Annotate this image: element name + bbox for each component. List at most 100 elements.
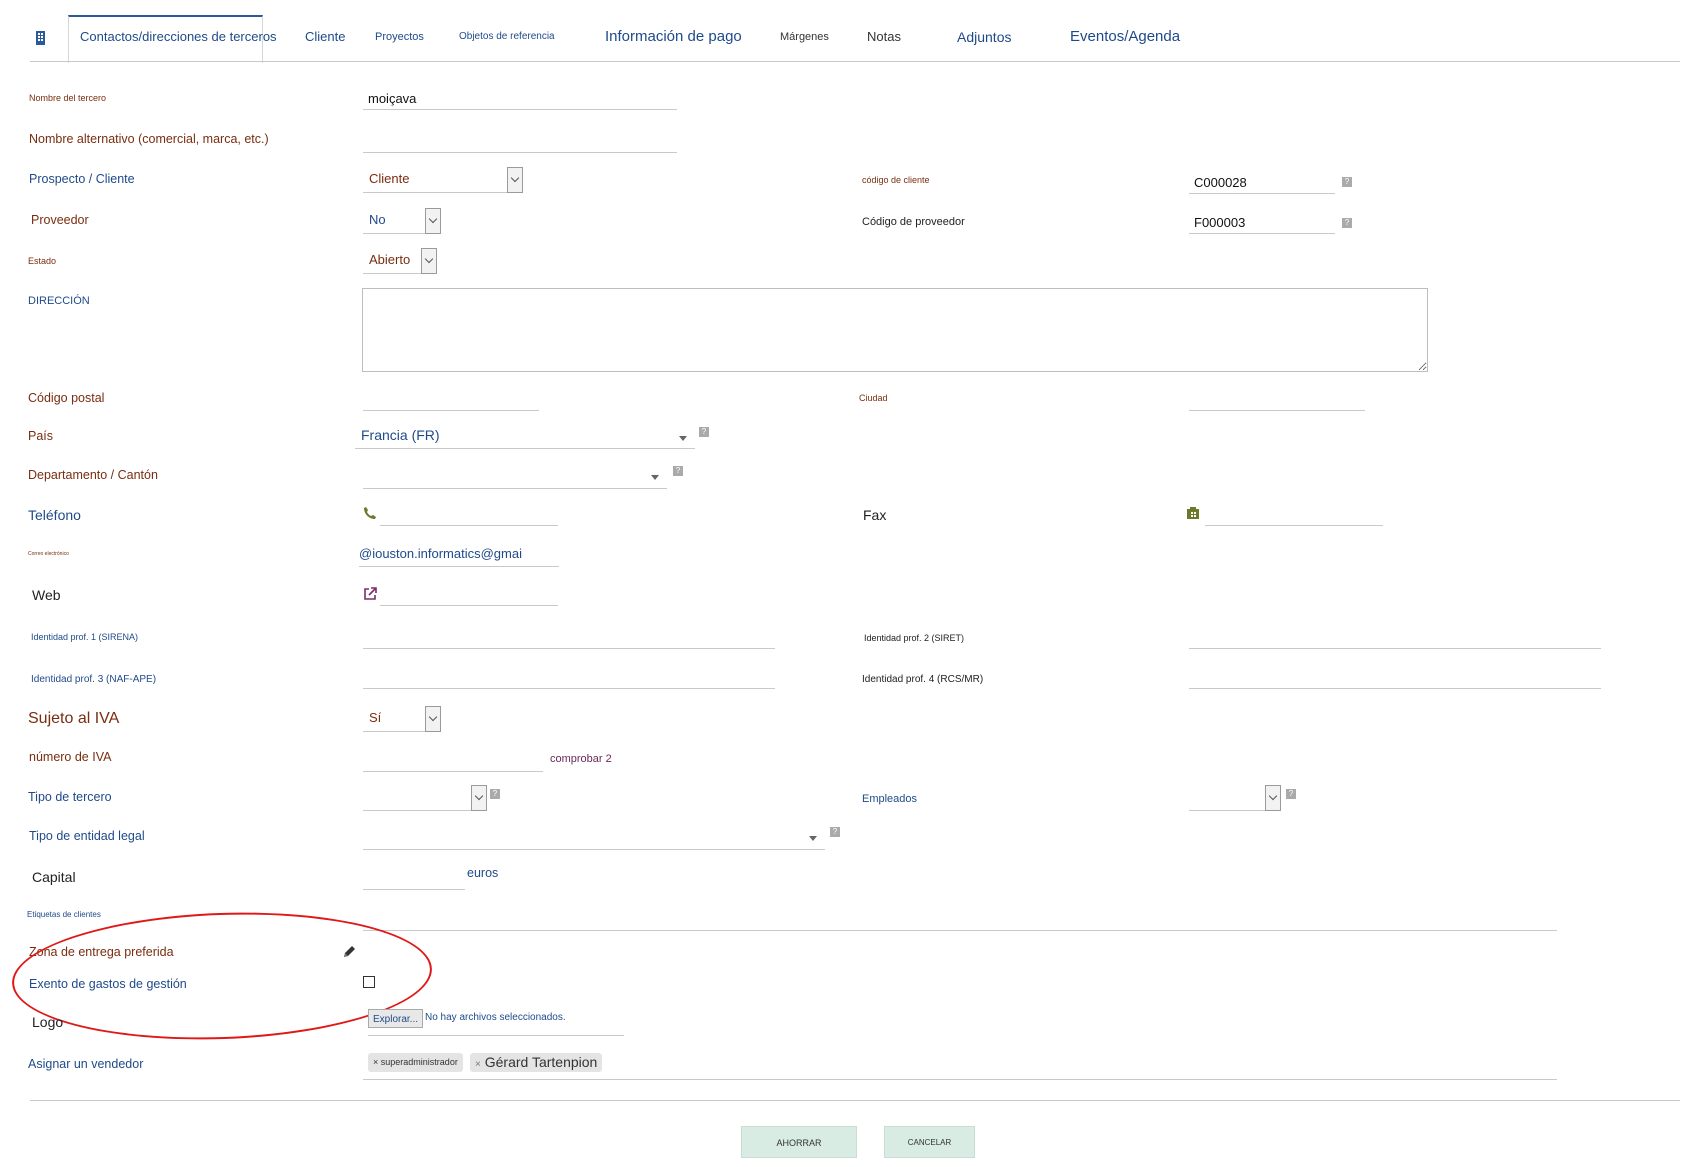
tab-agenda[interactable]: Eventos/Agenda (1070, 28, 1180, 45)
save-button[interactable]: AHORRAR (741, 1126, 857, 1158)
prof3-input[interactable] (363, 667, 775, 689)
caret-down-icon (679, 436, 687, 441)
thirdparty-type-select[interactable] (363, 785, 487, 811)
alt-name-input[interactable] (363, 131, 677, 153)
help-icon: ? (1286, 789, 1296, 799)
email-input[interactable]: @iouston.informatics@gmai (359, 546, 522, 561)
state-select[interactable] (363, 463, 667, 489)
prof3-label: Identidad prof. 3 (NAF-APE) (31, 674, 157, 685)
external-link-icon (364, 587, 377, 600)
address-textarea[interactable] (362, 288, 1428, 372)
vat-subject-label: Sujeto al IVA (28, 710, 120, 727)
address-label: DIRECCIÓN (28, 295, 90, 307)
tags-label: Etiquetas de clientes (27, 910, 101, 919)
web-label: Web (32, 587, 61, 603)
help-icon: ? (830, 827, 840, 837)
capital-label: Capital (32, 869, 76, 885)
salesrep-chip-label: superadministrador (380, 1057, 458, 1067)
vat-number-input[interactable] (363, 750, 543, 772)
help-icon: ? (490, 789, 500, 799)
caret-down-icon (651, 475, 659, 480)
tab-projects[interactable]: Proyectos (375, 31, 424, 43)
chevron-down-icon (421, 248, 437, 274)
caret-down-icon (809, 836, 817, 841)
tab-divider (30, 61, 1680, 62)
status-value: Abierto (369, 252, 411, 267)
tab-customer[interactable]: Cliente (305, 29, 345, 44)
customer-code-input[interactable] (1189, 172, 1335, 194)
salesrep-chip[interactable]: × superadministrador (368, 1053, 463, 1072)
logo-label: Logo (32, 1014, 64, 1030)
supplier-code-label: Código de proveedor (862, 216, 965, 228)
employees-label: Empleados (862, 793, 918, 805)
employees-select[interactable] (1189, 785, 1281, 811)
tab-bar: Contactos/direcciones de terceros Client… (0, 0, 1694, 63)
phone-input[interactable] (380, 504, 558, 526)
status-select[interactable]: Abierto (363, 248, 437, 274)
status-label: Estado (28, 256, 57, 266)
salesrep-chip[interactable]: × Gérard Tartenpion (470, 1053, 603, 1072)
salesrep-chip-label: Gérard Tartenpion (484, 1054, 598, 1070)
prof4-input[interactable] (1189, 667, 1601, 689)
help-icon: ? (1342, 177, 1352, 187)
prof2-input[interactable] (1189, 627, 1601, 649)
tab-referers[interactable]: Objetos de referencia (459, 31, 555, 42)
help-icon: ? (673, 466, 683, 476)
supplier-select[interactable]: No (363, 208, 441, 234)
chevron-down-icon (471, 785, 487, 811)
fax-label: Fax (863, 507, 887, 523)
tab-attachments[interactable]: Adjuntos (957, 29, 1011, 45)
name-label: Nombre del tercero (29, 93, 107, 103)
salesrep-label: Asignar un vendedor (28, 1057, 144, 1071)
zip-input[interactable] (363, 389, 539, 411)
thirdparty-type-label: Tipo de tercero (28, 790, 112, 804)
name-input[interactable] (363, 88, 677, 110)
fax-icon (1187, 507, 1199, 519)
alt-name-label: Nombre alternativo (comercial, marca, et… (29, 132, 269, 146)
help-icon: ? (699, 427, 709, 437)
vat-subject-select[interactable]: Sí (363, 706, 441, 732)
phone-label: Teléfono (28, 507, 81, 523)
tab-payment[interactable]: Información de pago (605, 28, 742, 45)
chevron-down-icon (507, 167, 523, 193)
phone-icon (364, 507, 376, 519)
country-select[interactable]: Francia (FR) (355, 423, 695, 449)
prospect-value: Cliente (369, 171, 410, 186)
prof1-label: Identidad prof. 1 (SIRENA) (31, 632, 139, 642)
tab-margins[interactable]: Márgenes (780, 31, 829, 43)
form-divider (30, 1100, 1680, 1101)
prof1-input[interactable] (363, 627, 775, 649)
web-input[interactable] (380, 584, 558, 606)
chevron-down-icon (425, 706, 441, 732)
prospect-label: Prospecto / Cliente (29, 172, 135, 186)
zip-label: Código postal (28, 391, 105, 405)
legal-form-select[interactable] (363, 824, 825, 850)
legal-form-label: Tipo de entidad legal (29, 829, 145, 843)
browse-button[interactable]: Explorar... (368, 1009, 424, 1028)
help-icon: ? (1342, 218, 1352, 228)
town-input[interactable] (1189, 389, 1365, 411)
cancel-button[interactable]: CANCELAR (884, 1126, 975, 1158)
tab-contacts[interactable]: Contactos/direcciones de terceros (80, 29, 277, 44)
tags-input[interactable] (363, 909, 1557, 931)
salesrep-underline (363, 1079, 1557, 1080)
remove-icon[interactable]: × (475, 1059, 481, 1070)
capital-input[interactable] (363, 868, 465, 890)
vat-number-label: número de IVA (29, 750, 112, 764)
prof2-label: Identidad prof. 2 (SIRET) (864, 633, 965, 643)
vat-check-link[interactable]: comprobar 2 (550, 753, 612, 765)
supplier-code-input[interactable] (1189, 212, 1335, 234)
prof4-label: Identidad prof. 4 (RCS/MR) (862, 674, 984, 685)
chevron-down-icon (1265, 785, 1281, 811)
remove-icon[interactable]: × (373, 1057, 378, 1067)
logo-file-input[interactable]: Explorar... No hay archivos seleccionado… (368, 1009, 624, 1036)
country-label: País (28, 429, 54, 443)
fax-input[interactable] (1205, 504, 1383, 526)
building-icon (36, 31, 45, 45)
email-underline (359, 566, 559, 567)
tab-notes[interactable]: Notas (867, 29, 901, 44)
email-label: Correo electrónico (28, 551, 69, 557)
town-label: Ciudad (859, 393, 888, 403)
no-file-text: No hay archivos seleccionados. (425, 1012, 566, 1023)
prospect-select[interactable]: Cliente (363, 167, 523, 193)
